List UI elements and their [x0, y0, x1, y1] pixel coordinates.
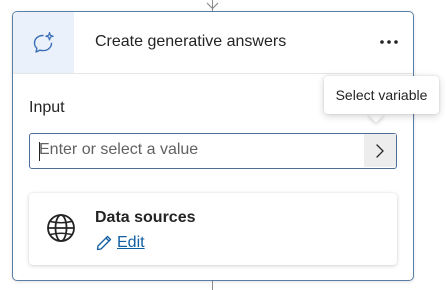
generative-answers-node[interactable]: Create generative answers Input Enter or… — [12, 11, 414, 281]
globe-icon — [47, 214, 75, 242]
node-icon-tile — [13, 12, 74, 73]
arrow-down-icon — [206, 2, 219, 10]
text-caret — [39, 142, 40, 161]
select-variable-button[interactable] — [364, 134, 396, 167]
more-horizontal-icon — [380, 40, 398, 44]
more-options-button[interactable] — [375, 30, 403, 54]
node-title: Create generative answers — [95, 33, 287, 50]
connector-bottom — [212, 281, 213, 290]
node-header: Create generative answers — [13, 12, 413, 74]
input-field-container[interactable] — [29, 133, 397, 169]
chevron-right-icon — [376, 143, 384, 158]
select-variable-tooltip: Select variable — [324, 76, 439, 114]
edit-label[interactable]: Edit — [117, 234, 145, 252]
data-sources-title: Data sources — [95, 209, 196, 226]
input-section-label: Input — [29, 99, 65, 116]
canvas: Create generative answers Input Enter or… — [0, 0, 447, 290]
sparkle-chat-icon — [33, 31, 54, 53]
input-value-field[interactable] — [39, 137, 359, 163]
edit-data-sources-link[interactable]: Edit — [95, 233, 145, 253]
data-sources-card: Data sources Edit — [29, 193, 397, 265]
pencil-icon — [96, 235, 112, 251]
